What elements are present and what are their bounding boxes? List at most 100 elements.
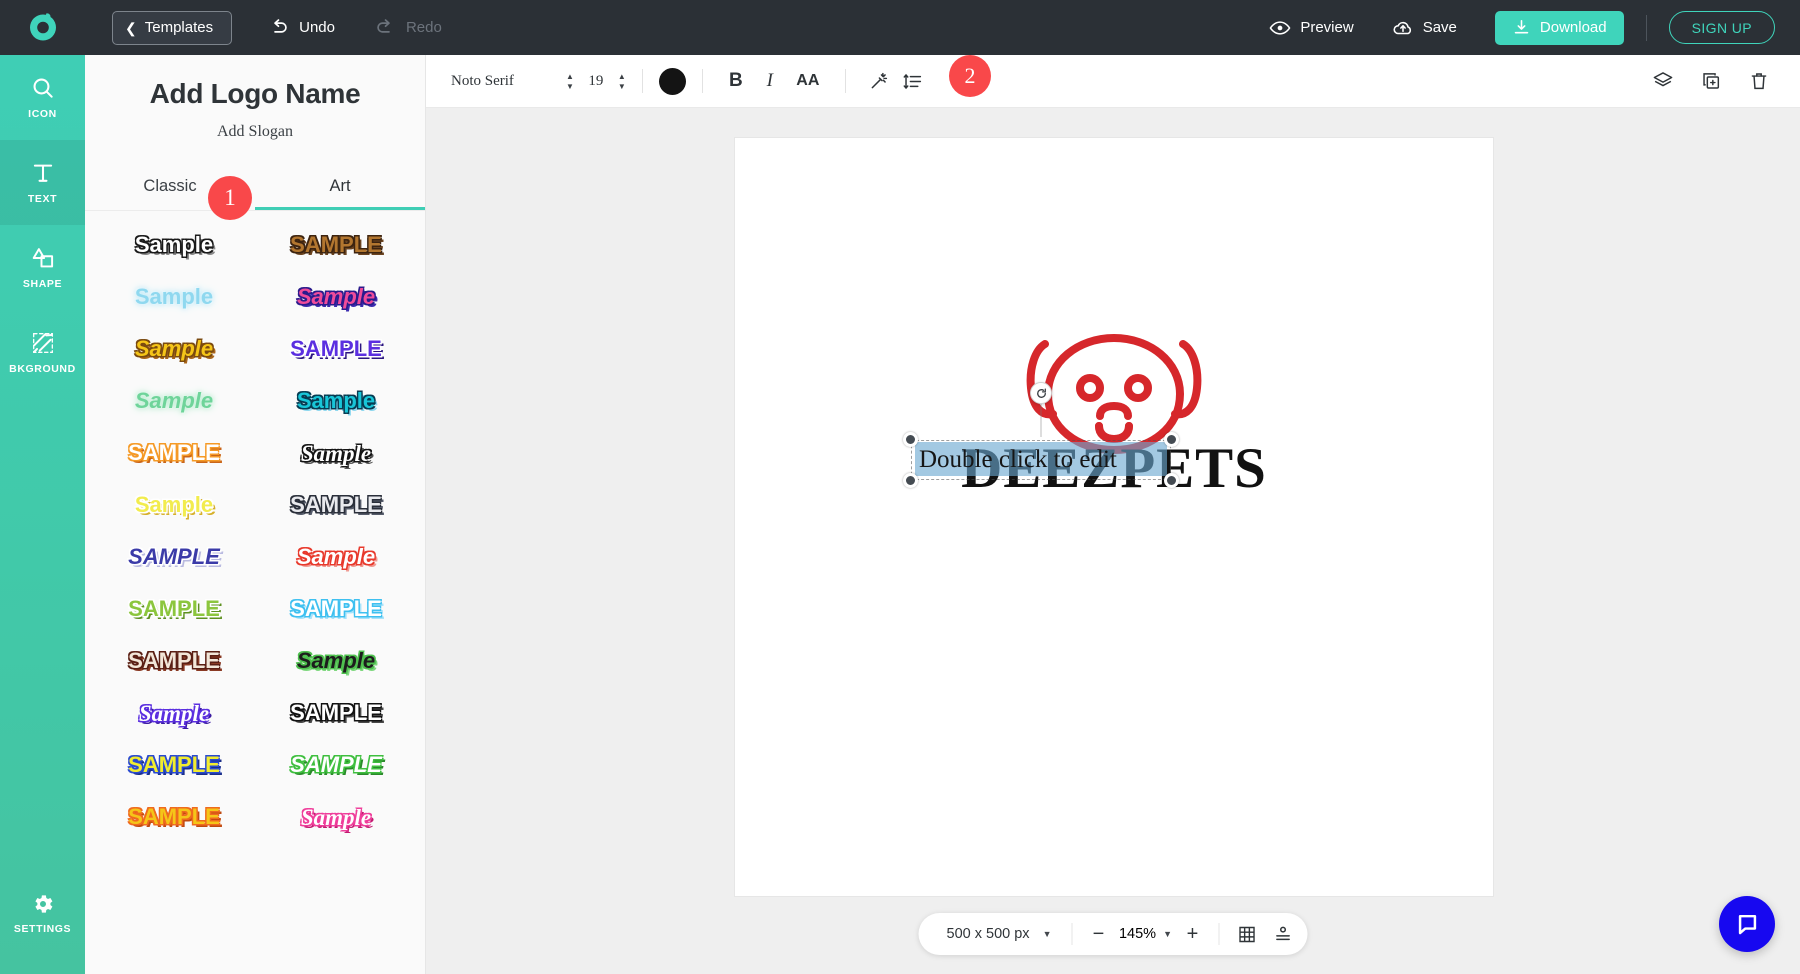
- duplicate-button[interactable]: [1696, 66, 1726, 96]
- art-style-option[interactable]: SAMPLE: [93, 739, 255, 791]
- delete-button[interactable]: [1744, 66, 1774, 96]
- italic-button[interactable]: I: [753, 64, 787, 98]
- art-style-option[interactable]: SAMPLE: [255, 479, 417, 531]
- grid-toggle-button[interactable]: [1229, 918, 1265, 950]
- canvas-size-select[interactable]: 500 x 500 px ▼: [925, 926, 1062, 942]
- art-style-option[interactable]: SAMPLE: [93, 635, 255, 687]
- chevron-up-icon: ▲: [566, 73, 574, 80]
- letter-case-button[interactable]: AA: [787, 64, 829, 98]
- redo-label: Redo: [406, 19, 442, 36]
- chevron-down-icon: ▼: [618, 83, 626, 90]
- sidebar-item-text-label: TEXT: [28, 193, 57, 205]
- sidebar-item-shape[interactable]: SHAPE: [0, 225, 85, 310]
- sidebar-item-bkground[interactable]: BKGROUND: [0, 310, 85, 395]
- art-style-option[interactable]: SAMPLE: [255, 219, 417, 271]
- art-style-label: SAMPLE: [128, 754, 220, 776]
- art-style-option[interactable]: SAMPLE: [255, 323, 417, 375]
- save-button[interactable]: Save: [1392, 17, 1457, 39]
- sign-up-button[interactable]: SIGN UP: [1669, 11, 1775, 44]
- chat-support-button[interactable]: [1719, 896, 1775, 952]
- art-style-option[interactable]: Sample: [93, 479, 255, 531]
- design-canvas[interactable]: DEEZPETS Double click to edit: [735, 138, 1493, 896]
- art-style-option[interactable]: SAMPLE: [93, 791, 255, 843]
- font-size-stepper[interactable]: ▲ ▼: [566, 73, 574, 90]
- zoom-level-select[interactable]: 145% ▼: [1114, 926, 1176, 942]
- art-style-option[interactable]: Sample: [255, 635, 417, 687]
- zoom-out-button[interactable]: −: [1082, 918, 1114, 950]
- sidebar-item-icon[interactable]: ICON: [0, 55, 85, 140]
- art-style-option[interactable]: Sample: [93, 375, 255, 427]
- editing-text[interactable]: Double click to edit: [919, 444, 1171, 475]
- selected-text-object[interactable]: Double click to edit: [911, 440, 1171, 480]
- sidebar-item-shape-label: SHAPE: [23, 278, 62, 290]
- resize-handle-bottom-left[interactable]: [903, 473, 918, 488]
- undo-button[interactable]: Undo: [268, 17, 335, 38]
- sidebar-item-settings[interactable]: SETTINGS: [0, 871, 85, 956]
- art-style-option[interactable]: SAMPLE: [93, 583, 255, 635]
- font-family-select[interactable]: Noto Serif: [451, 73, 566, 90]
- artwork-layer: DEEZPETS Double click to edit: [735, 138, 1493, 896]
- gear-icon: [31, 892, 55, 916]
- chevron-left-icon: ❮: [125, 21, 137, 35]
- preview-button[interactable]: Preview: [1269, 17, 1353, 39]
- art-style-label: Sample: [139, 702, 209, 725]
- art-style-label: Sample: [297, 286, 375, 308]
- art-style-option[interactable]: SAMPLE: [93, 427, 255, 479]
- bold-button[interactable]: B: [719, 64, 753, 98]
- art-style-option[interactable]: Sample: [255, 271, 417, 323]
- tab-art[interactable]: Art: [255, 167, 425, 210]
- redo-button[interactable]: Redo: [375, 17, 442, 38]
- slogan-preview[interactable]: Add Slogan: [85, 123, 425, 141]
- art-style-label: SAMPLE: [290, 338, 382, 360]
- rotate-handle[interactable]: [1030, 382, 1052, 404]
- background-hatch-icon: [30, 330, 56, 356]
- preview-label: Preview: [1300, 19, 1353, 36]
- download-button[interactable]: Download: [1495, 11, 1624, 45]
- art-style-option[interactable]: Sample: [255, 791, 417, 843]
- zoom-level-label: 145%: [1119, 926, 1156, 942]
- art-style-option[interactable]: Sample: [93, 687, 255, 739]
- layers-button[interactable]: [1648, 66, 1678, 96]
- art-style-label: SAMPLE: [128, 650, 220, 672]
- divider: [702, 69, 703, 93]
- art-style-option[interactable]: SAMPLE: [93, 531, 255, 583]
- sidebar-item-settings-label: SETTINGS: [14, 923, 71, 935]
- art-style-option[interactable]: Sample: [255, 427, 417, 479]
- divider: [1071, 923, 1072, 945]
- logo-editor-app: ❮ Templates Undo Redo: [0, 0, 1800, 974]
- text-styles-panel: Add Logo Name Add Slogan Classic Art Sam…: [85, 55, 426, 974]
- resize-handle-top-right[interactable]: [1164, 432, 1179, 447]
- art-style-option[interactable]: Sample: [93, 271, 255, 323]
- art-style-option[interactable]: Sample: [255, 375, 417, 427]
- art-style-option[interactable]: Sample: [93, 219, 255, 271]
- font-size-input[interactable]: 19: [574, 73, 618, 90]
- art-style-option[interactable]: SAMPLE: [255, 583, 417, 635]
- resize-handle-bottom-right[interactable]: [1164, 473, 1179, 488]
- zoom-in-button[interactable]: +: [1176, 918, 1208, 950]
- art-style-option[interactable]: SAMPLE: [255, 739, 417, 791]
- sidebar-item-text[interactable]: TEXT: [0, 140, 85, 225]
- divider: [845, 69, 846, 93]
- art-style-label: SAMPLE: [290, 702, 382, 724]
- divider: [1646, 15, 1647, 41]
- canvas-size-label: 500 x 500 px: [947, 926, 1030, 942]
- font-size-stepper-2[interactable]: ▲ ▼: [618, 73, 626, 90]
- app-logo[interactable]: [0, 0, 85, 55]
- left-rail: ICON TEXT SHAPE BKGROUND: [0, 55, 85, 974]
- canvas-stage[interactable]: DEEZPETS Double click to edit: [426, 108, 1800, 974]
- art-style-option[interactable]: Sample: [93, 323, 255, 375]
- line-spacing-button[interactable]: [896, 64, 930, 98]
- top-bar-actions: Preview Save Download SIGN UP: [1269, 11, 1800, 45]
- resize-handle-top-left[interactable]: [903, 432, 918, 447]
- tab-art-label: Art: [329, 177, 350, 195]
- art-style-option[interactable]: SAMPLE: [255, 687, 417, 739]
- align-button[interactable]: [1265, 918, 1301, 950]
- sidebar-item-icon-label: ICON: [28, 108, 57, 120]
- art-style-label: SAMPLE: [290, 754, 382, 776]
- art-style-label: SAMPLE: [290, 494, 382, 516]
- logo-name-preview[interactable]: Add Logo Name: [85, 78, 425, 110]
- text-color-swatch[interactable]: [659, 68, 686, 95]
- templates-button[interactable]: ❮ Templates: [112, 11, 232, 45]
- art-style-option[interactable]: Sample: [255, 531, 417, 583]
- text-effects-button[interactable]: [862, 64, 896, 98]
